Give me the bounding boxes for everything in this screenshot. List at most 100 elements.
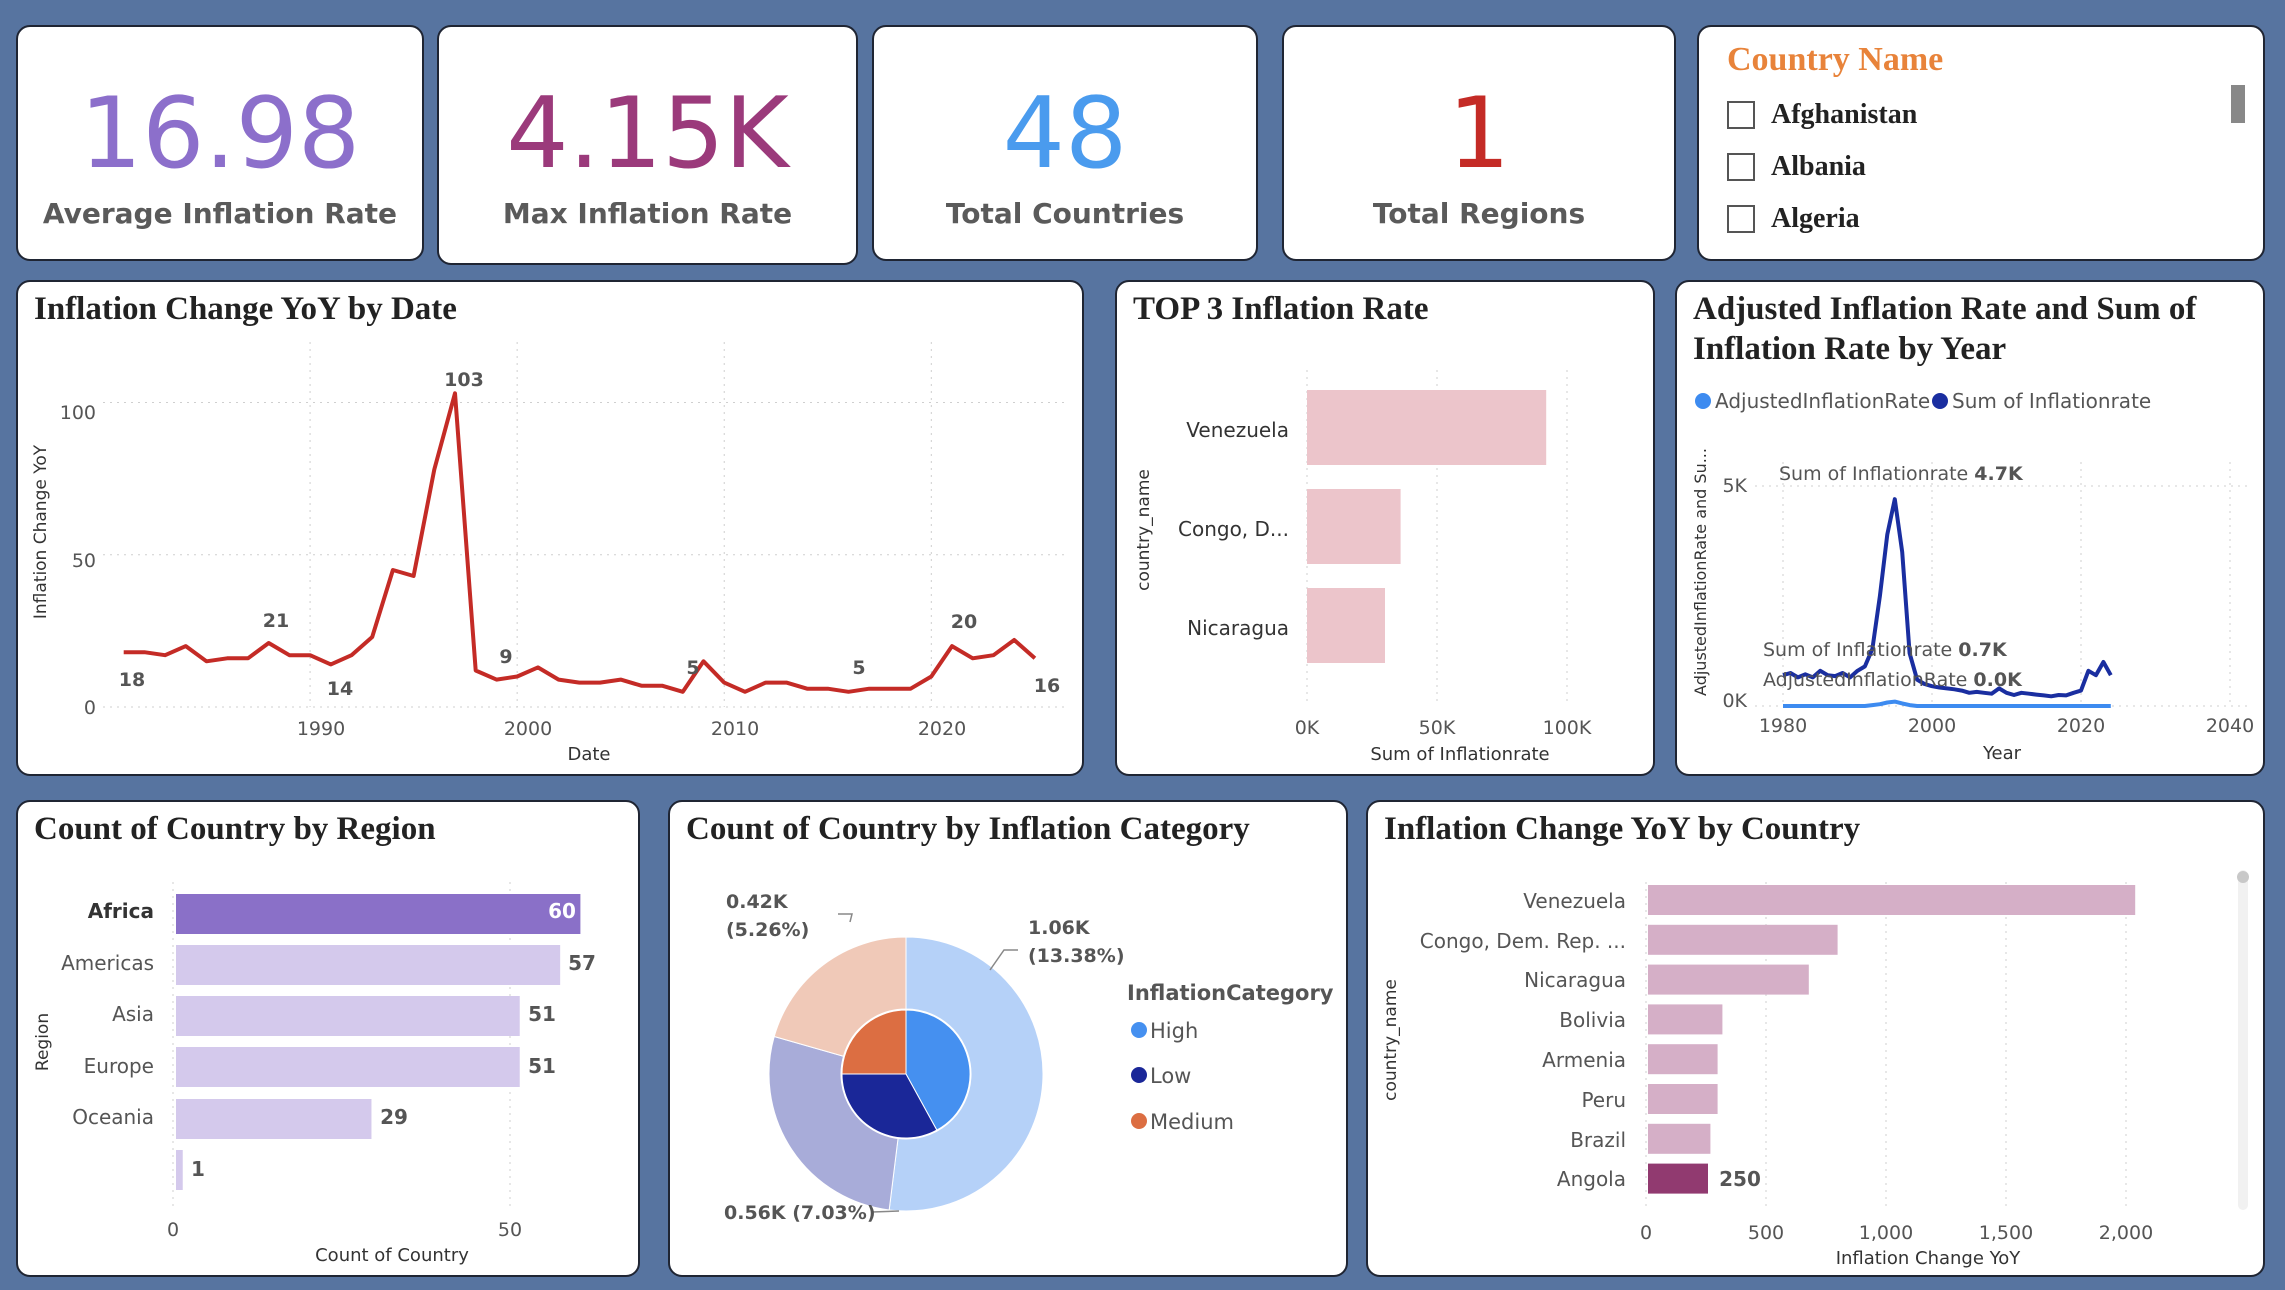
scrollbar-thumb[interactable] (2231, 85, 2245, 123)
scrollbar-thumb[interactable] (2237, 871, 2249, 883)
kpi-card-max-inflation: 4.15K Max Inflation Rate (437, 25, 858, 265)
leader-line (989, 949, 1018, 971)
legend-item: High (1150, 1019, 1198, 1043)
category-label: Oceania (72, 1105, 154, 1129)
value-label: 250 (1719, 1167, 1761, 1191)
legend-item: Medium (1150, 1110, 1234, 1134)
bar[interactable] (176, 894, 581, 934)
x-tick: 1,500 (1979, 1222, 2033, 1244)
kpi-value: 16.98 (79, 77, 361, 191)
bar[interactable] (1307, 489, 1401, 564)
line-chart-yoy-date: 100 50 0 1990 2000 2010 2020 Date Inflat… (31, 342, 1068, 765)
legend-marker-adjusted (1695, 393, 1711, 409)
x-axis-label: Count of Country (315, 1245, 469, 1266)
bar-chart-region: Africa Americas Asia Europe Oceania 60 5… (33, 882, 596, 1266)
slicer-item-label: Albania (1771, 151, 1866, 182)
legend-title: InflationCategory (1127, 981, 1334, 1005)
checkbox[interactable] (1727, 153, 1755, 181)
scrollbar-track[interactable] (2238, 870, 2248, 1210)
y-tick: 50 (72, 550, 96, 572)
kpi-card-total-countries: 48 Total Countries (872, 25, 1258, 261)
bar[interactable] (176, 1099, 372, 1139)
series-line (123, 391, 1037, 694)
category-label: Africa (88, 899, 154, 923)
bar[interactable] (176, 1047, 520, 1087)
slicer-item-algeria[interactable]: Algeria (1727, 199, 1860, 239)
bar[interactable] (1648, 1163, 1708, 1194)
checkbox[interactable] (1727, 101, 1755, 129)
bar[interactable] (1307, 390, 1547, 465)
category-label: Peru (1581, 1088, 1626, 1112)
y-tick: 0K (1722, 690, 1747, 712)
kpi-value: 4.15K (506, 77, 789, 191)
x-tick: 0 (1640, 1222, 1652, 1244)
y-axis-label: Region (33, 1013, 53, 1071)
x-tick: 2010 (711, 718, 759, 740)
data-label: 5 (686, 657, 699, 679)
legend-item: AdjustedInflationRate (1715, 389, 1930, 413)
x-tick: 0 (167, 1219, 179, 1241)
data-label: 20 (951, 611, 977, 633)
bar[interactable] (1648, 1004, 1723, 1035)
bar[interactable] (1648, 1084, 1718, 1114)
slice-label: 0.42K (726, 891, 789, 913)
x-tick: 50K (1419, 717, 1456, 739)
kpi-label: Max Inflation Rate (502, 197, 793, 230)
bar[interactable] (1648, 924, 1838, 955)
category-label: Venezuela (1186, 418, 1289, 442)
legend-marker-sum (1932, 393, 1948, 409)
y-tick: 100 (60, 402, 96, 424)
chart-country-by-region: Count of Country by Region Africa Americ… (16, 800, 640, 1277)
bar[interactable] (176, 1150, 183, 1190)
slice-label: (5.26%) (726, 919, 809, 941)
kpi-label: Average Inflation Rate (42, 197, 398, 230)
checkbox[interactable] (1727, 205, 1755, 233)
x-tick: 100K (1543, 717, 1592, 739)
x-tick: 2,000 (2099, 1222, 2153, 1244)
category-label: Asia (112, 1002, 154, 1026)
legend-marker-medium (1131, 1113, 1147, 1129)
bar[interactable] (1648, 964, 1809, 995)
x-tick: 2020 (918, 718, 966, 740)
data-label: 21 (263, 610, 289, 632)
category-label: Congo, Dem. Rep. ... (1420, 929, 1626, 953)
category-label: Brazil (1570, 1128, 1626, 1152)
bar-chart-yoy-country: Venezuela Congo, Dem. Rep. ... Nicaragua… (1381, 870, 2249, 1269)
donut-chart-category: 1.06K (13.38%) 0.42K (5.26%) 0.56K (7.03… (724, 891, 1334, 1224)
legend-marker-low (1131, 1067, 1147, 1083)
bar[interactable] (176, 996, 520, 1036)
y-axis-label: Inflation Change YoY (31, 444, 51, 619)
value-label: 60 (548, 899, 576, 923)
data-label: 103 (444, 369, 484, 391)
chart-adjusted-inflation: Adjusted Inflation Rate and Sum of Infla… (1675, 280, 2265, 776)
annotation-label: Sum of Inflationrate 0.7K (1763, 639, 2008, 661)
slicer-title: Country Name (1727, 41, 1944, 78)
data-label: 14 (327, 678, 353, 700)
y-axis-label: country_name (1134, 469, 1154, 591)
data-label: 5 (852, 657, 865, 679)
x-tick: 50 (498, 1219, 522, 1241)
x-tick: 1980 (1759, 715, 1807, 737)
category-label: Angola (1557, 1167, 1626, 1191)
slice-label: 0.56K (7.03%) (724, 1202, 876, 1224)
bar[interactable] (1648, 1123, 1711, 1154)
kpi-label: Total Regions (1372, 197, 1586, 230)
leader-line (871, 1210, 900, 1213)
bar[interactable] (1648, 885, 2136, 915)
category-label: Bolivia (1559, 1008, 1626, 1032)
data-label: 18 (119, 669, 145, 691)
x-tick: 1990 (297, 718, 345, 740)
category-label: Congo, D... (1178, 517, 1289, 541)
legend-item: Low (1150, 1064, 1191, 1088)
x-tick: 2000 (504, 718, 552, 740)
data-label: 16 (1034, 675, 1060, 697)
bar[interactable] (1648, 1044, 1718, 1075)
bar[interactable] (1307, 588, 1385, 663)
slicer-item-afghanistan[interactable]: Afghanistan (1727, 95, 1917, 135)
legend-item: Sum of Inflationrate (1952, 389, 2151, 413)
chart-top3-inflation: TOP 3 Inflation Rate Venezuela Congo, D.… (1115, 280, 1655, 776)
x-tick: 1,000 (1859, 1222, 1913, 1244)
bar[interactable] (176, 945, 561, 985)
kpi-label: Total Countries (945, 197, 1185, 230)
slicer-item-albania[interactable]: Albania (1727, 147, 1866, 187)
